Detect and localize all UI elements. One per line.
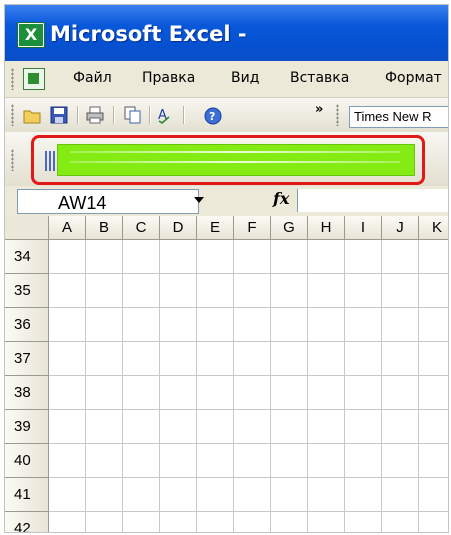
row-header[interactable]: 36 — [5, 308, 49, 342]
column-header[interactable]: C — [123, 216, 160, 240]
copy-icon[interactable] — [123, 105, 143, 125]
menu-view[interactable]: Вид — [231, 70, 259, 86]
column-header[interactable]: H — [308, 216, 345, 240]
column-header[interactable]: J — [382, 216, 419, 240]
column-header[interactable]: A — [49, 216, 86, 240]
row-header[interactable]: 40 — [5, 444, 49, 478]
row-header[interactable]: 34 — [5, 240, 49, 274]
menu-insert[interactable]: Вставка — [290, 70, 349, 86]
svg-text:?: ? — [209, 110, 215, 123]
row-header[interactable]: 39 — [5, 410, 49, 444]
title-bar[interactable]: X Microsoft Excel - — [5, 5, 448, 61]
column-header[interactable]: I — [345, 216, 382, 240]
toolbar-separator — [113, 106, 114, 124]
name-box-value: AW14 — [58, 193, 107, 213]
standard-toolbar: A ? » Times New R — [5, 98, 448, 132]
toolbar-separator — [77, 106, 78, 124]
row-header[interactable]: 38 — [5, 376, 49, 410]
column-header[interactable]: F — [234, 216, 271, 240]
toolbar-separator — [149, 106, 150, 124]
menu-edit[interactable]: Правка — [142, 70, 195, 86]
chevron-down-icon[interactable] — [194, 197, 204, 203]
formula-input[interactable] — [297, 189, 448, 212]
help-icon[interactable]: ? — [203, 105, 223, 125]
font-name-select[interactable]: Times New R — [349, 106, 448, 128]
red-highlight-outline — [31, 135, 425, 185]
excel-window: X Microsoft Excel - Файл Правка Вид Вста… — [4, 4, 449, 533]
cell-area[interactable] — [49, 240, 448, 532]
row-header[interactable]: 41 — [5, 478, 49, 512]
menu-bar: Файл Правка Вид Вставка Формат — [5, 61, 448, 98]
column-header[interactable]: E — [197, 216, 234, 240]
name-box[interactable]: AW14 — [17, 189, 204, 214]
workbook-icon[interactable] — [23, 68, 45, 90]
fx-icon[interactable]: fx — [273, 189, 289, 208]
menu-format[interactable]: Формат — [385, 70, 442, 86]
column-header[interactable]: K — [419, 216, 448, 240]
print-icon[interactable] — [85, 105, 105, 125]
formula-bar: AW14 fx — [5, 186, 448, 216]
spelling-icon[interactable]: A — [155, 105, 175, 125]
column-header[interactable]: D — [160, 216, 197, 240]
excel-icon[interactable]: X — [17, 22, 45, 48]
column-header[interactable]: B — [86, 216, 123, 240]
toolbar-more-chevron[interactable]: » — [315, 102, 323, 117]
toolbar-separator — [183, 106, 184, 124]
save-icon[interactable] — [49, 105, 69, 125]
spreadsheet-grid: ABCDEFGHIJK 34 35 36 37 38 39 40 41 42 — [5, 216, 448, 532]
open-icon[interactable] — [23, 105, 43, 125]
custom-toolbar-grip-icon[interactable] — [11, 149, 14, 171]
menu-file[interactable]: Файл — [73, 70, 112, 86]
formatting-grip-icon[interactable] — [336, 104, 339, 126]
select-all-corner[interactable] — [5, 216, 49, 240]
row-header[interactable]: 37 — [5, 342, 49, 376]
column-header[interactable]: G — [271, 216, 308, 240]
menubar-grip-icon[interactable] — [11, 68, 14, 90]
toolbar-grip-icon[interactable] — [11, 104, 14, 126]
window-title: Microsoft Excel - — [50, 22, 247, 46]
row-header[interactable]: 42 — [5, 512, 49, 532]
row-header[interactable]: 35 — [5, 274, 49, 308]
custom-toolbar — [5, 132, 448, 186]
